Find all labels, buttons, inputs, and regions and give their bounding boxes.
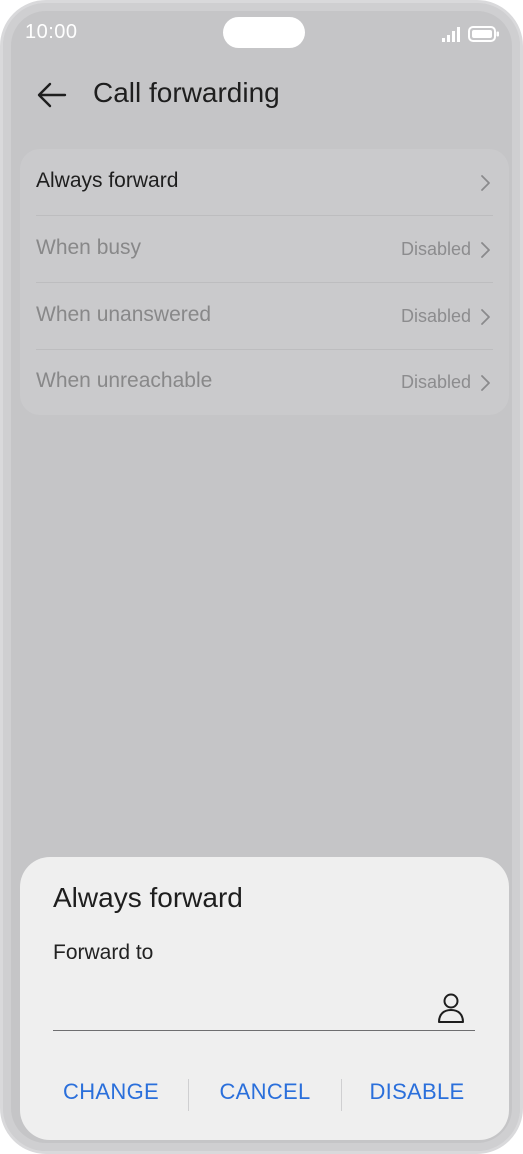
signal-icon xyxy=(442,27,460,42)
list-item-value: Disabled xyxy=(400,372,471,392)
forward-to-label: Forward to xyxy=(53,941,154,964)
page-title: Call forwarding xyxy=(93,77,280,108)
phone-screen: 10:00 Call forwarding Always forward Whe… xyxy=(0,0,523,1154)
list-item-always-forward[interactable]: Always forward xyxy=(36,149,493,215)
always-forward-dialog: Always forward Forward to CHANGE CANCEL … xyxy=(20,857,509,1140)
battery-icon xyxy=(468,26,499,42)
arrow-left-icon[interactable] xyxy=(33,77,71,113)
list-item-when-unanswered[interactable]: When unanswered Disabled xyxy=(36,283,493,349)
cancel-button[interactable]: CANCEL xyxy=(204,1079,326,1109)
forwarding-options-list: Always forward When busy Disabled When u… xyxy=(20,149,509,415)
list-item-label: When busy xyxy=(36,236,142,259)
camera-island xyxy=(223,17,305,48)
chevron-right-icon xyxy=(481,375,490,391)
button-divider xyxy=(188,1079,189,1111)
change-button[interactable]: CHANGE xyxy=(50,1079,172,1109)
list-item-when-busy[interactable]: When busy Disabled xyxy=(36,216,493,282)
list-item-label: Always forward xyxy=(36,169,179,192)
forward-number-input[interactable] xyxy=(53,981,475,1031)
dialog-title: Always forward xyxy=(53,882,243,913)
chevron-right-icon xyxy=(481,242,490,258)
app-bar: Call forwarding xyxy=(3,63,520,127)
list-item-label: When unreachable xyxy=(36,369,213,392)
person-icon[interactable] xyxy=(435,991,467,1025)
list-item-when-unreachable[interactable]: When unreachable Disabled xyxy=(36,349,493,415)
chevron-right-icon xyxy=(481,309,490,325)
list-item-value: Disabled xyxy=(400,306,471,326)
chevron-right-icon xyxy=(481,175,490,191)
button-divider xyxy=(341,1079,342,1111)
list-item-label: When unanswered xyxy=(36,303,212,326)
status-bar: 10:00 xyxy=(3,3,520,63)
disable-button[interactable]: DISABLE xyxy=(356,1079,478,1109)
status-time: 10:00 xyxy=(25,21,78,43)
list-item-value: Disabled xyxy=(400,239,471,259)
